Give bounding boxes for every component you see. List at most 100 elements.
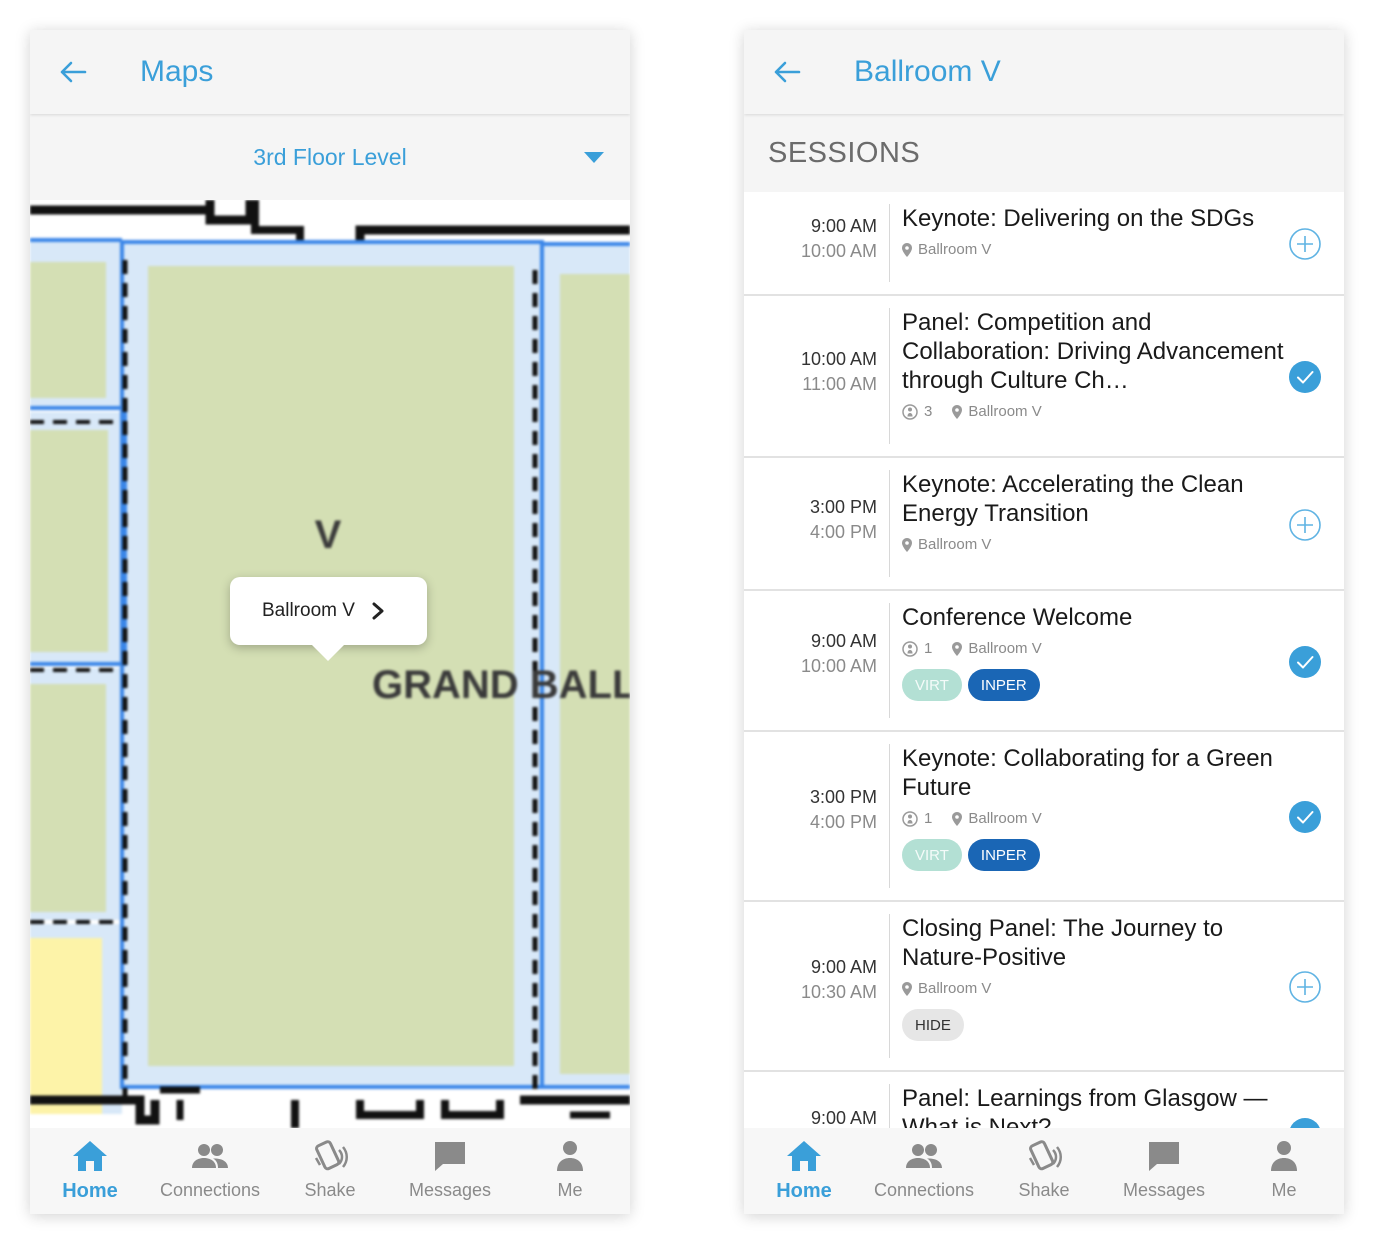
- session-end-time: 4:00 PM: [809, 522, 877, 542]
- add-to-schedule-button[interactable]: [1288, 970, 1322, 1004]
- session-meta: Ballroom V: [902, 536, 1286, 553]
- session-meta: 1 Ballroom V: [902, 640, 1286, 657]
- nav-label: Shake: [304, 1180, 356, 1200]
- session-row[interactable]: 9:00 AM 10:30 AM Closing Panel: The Journe…: [744, 902, 1344, 1072]
- bottom-nav: Home Connections Shake Messages Me: [30, 1128, 630, 1214]
- session-time: 3:00 PM 4:00 PM: [744, 785, 877, 835]
- attendee-count-value: 1: [924, 810, 933, 827]
- session-row[interactable]: 9:00 AM 10:00 AM Conference Welcome 1 Ballro…: [744, 591, 1344, 732]
- nav-me[interactable]: Me: [510, 1128, 630, 1214]
- session-start-time: 3:00 PM: [809, 497, 877, 517]
- add-to-schedule-button[interactable]: [1288, 227, 1322, 261]
- session-location-label: Ballroom V: [968, 640, 1042, 657]
- session-details: Keynote: Accelerating the Clean Energy T…: [902, 470, 1286, 553]
- floor-plan-image: V GRAND BALLRO: [30, 200, 630, 1128]
- attendee-count: 1: [902, 810, 932, 827]
- nav-label: Connections: [159, 1180, 261, 1200]
- session-tags: VIRT INPER: [902, 669, 1286, 701]
- session-tag: HIDE: [902, 1009, 964, 1041]
- floor-selector[interactable]: 3rd Floor Level: [30, 114, 630, 200]
- location-pin-icon: [952, 404, 963, 419]
- session-row[interactable]: 3:00 PM 4:00 PM Keynote: Collaborating for…: [744, 732, 1344, 902]
- attendee-count: 3: [902, 403, 932, 420]
- session-tag: VIRT: [902, 839, 962, 871]
- session-end-time: 11:00 AM: [802, 374, 877, 394]
- session-row[interactable]: 3:00 PM 4:00 PM Keynote: Accelerating the …: [744, 458, 1344, 591]
- session-location-label: Ballroom V: [968, 403, 1042, 420]
- session-location-label: Ballroom V: [918, 536, 992, 553]
- session-start-time: 3:00 PM: [809, 787, 877, 807]
- nav-label: Me: [557, 1180, 583, 1200]
- add-to-schedule-button[interactable]: [1288, 508, 1322, 542]
- caret-down-icon: [584, 152, 604, 163]
- chevron-right-icon: [371, 602, 385, 620]
- session-row[interactable]: 10:00 AM 11:00 AM Panel: Competition and C…: [744, 296, 1344, 458]
- map-hall-label: GRAND BALLRO: [372, 663, 630, 707]
- check-circle-icon: [1289, 801, 1321, 833]
- nav-messages[interactable]: Messages: [1104, 1128, 1224, 1214]
- home-icon: [787, 1141, 821, 1171]
- session-start-time: 9:00 AM: [810, 216, 877, 236]
- row-divider: [889, 603, 890, 718]
- nav-label: Messages: [408, 1180, 492, 1200]
- shake-icon: [1028, 1140, 1062, 1171]
- room-popup[interactable]: Ballroom V: [230, 577, 427, 661]
- maps-screen: Maps 3rd Floor Level V GRAND BALL Ballro…: [30, 30, 630, 1214]
- location-pin-icon: [952, 811, 963, 826]
- session-time: 9:00 AM 10:00 AM: [744, 629, 877, 679]
- session-start-time: 9:00 AM: [810, 1108, 877, 1128]
- session-location: Ballroom V: [952, 403, 1042, 420]
- nav-label: Shake: [1018, 1180, 1070, 1200]
- room-popup-label: Ballroom V: [262, 600, 355, 621]
- shake-icon: [314, 1140, 348, 1171]
- person-icon: [557, 1141, 583, 1171]
- remove-from-schedule-button[interactable]: [1288, 645, 1322, 679]
- session-location: Ballroom V: [952, 640, 1042, 657]
- row-divider: [889, 204, 890, 282]
- home-icon: [73, 1141, 107, 1171]
- remove-from-schedule-button[interactable]: [1288, 800, 1322, 834]
- session-list: 9:00 AM 10:00 AM Keynote: Delivering on th…: [744, 192, 1344, 1128]
- nav-label: Home: [776, 1180, 832, 1202]
- nav-label: Messages: [1122, 1180, 1206, 1200]
- session-end-time: 10:30 AM: [800, 982, 877, 1002]
- session-meta: 3 Ballroom V: [902, 403, 1286, 420]
- nav-connections[interactable]: Connections: [864, 1128, 984, 1214]
- back-button[interactable]: [744, 30, 830, 114]
- nav-shake[interactable]: Shake: [984, 1128, 1104, 1214]
- nav-connections[interactable]: Connections: [150, 1128, 270, 1214]
- session-details: Panel: Learnings from Glasgow — What is …: [902, 1084, 1286, 1128]
- nav-home[interactable]: Home: [744, 1128, 864, 1214]
- session-title: Keynote: Accelerating the Clean Energy T…: [902, 471, 1244, 527]
- remove-from-schedule-button[interactable]: [1288, 360, 1322, 394]
- nav-messages[interactable]: Messages: [390, 1128, 510, 1214]
- nav-home[interactable]: Home: [30, 1128, 150, 1214]
- people-icon: [192, 1144, 228, 1168]
- session-details: Closing Panel: The Journey to Nature-Pos…: [902, 914, 1286, 1041]
- remove-from-schedule-button[interactable]: [1288, 1117, 1322, 1128]
- floor-map[interactable]: V GRAND BALLRO Ballroom V: [30, 200, 630, 1128]
- room-sessions-screen: Ballroom V SESSIONS 9:00 AM 10:00 AM Keyno…: [744, 30, 1344, 1214]
- attendee-count-value: 1: [924, 640, 933, 657]
- session-details: Keynote: Delivering on the SDGs Ballroom …: [902, 204, 1286, 258]
- session-location: Ballroom V: [902, 980, 991, 997]
- session-meta: 1 Ballroom V: [902, 810, 1286, 827]
- nav-label: Home: [62, 1180, 118, 1202]
- session-row[interactable]: 9:00 AM Panel: Learnings from Glasgow — W…: [744, 1072, 1344, 1128]
- session-location: Ballroom V: [952, 810, 1042, 827]
- row-divider: [889, 308, 890, 444]
- session-start-time: 9:00 AM: [810, 631, 877, 651]
- session-row[interactable]: 9:00 AM 10:00 AM Keynote: Delivering on th…: [744, 192, 1344, 296]
- location-pin-icon: [902, 537, 912, 552]
- nav-me[interactable]: Me: [1224, 1128, 1344, 1214]
- nav-shake[interactable]: Shake: [270, 1128, 390, 1214]
- location-pin-icon: [952, 641, 963, 656]
- arrow-left-icon: [774, 61, 801, 83]
- session-details: Conference Welcome 1 Ballroom V VIRT INPER: [902, 603, 1286, 701]
- section-title: SESSIONS: [768, 136, 921, 169]
- session-title: Panel: Competition and Collaboration: Dr…: [902, 309, 1284, 394]
- session-end-time: 4:00 PM: [809, 812, 877, 832]
- session-start-time: 10:00 AM: [800, 349, 877, 369]
- person-icon: [1271, 1141, 1297, 1171]
- back-button[interactable]: [30, 30, 116, 114]
